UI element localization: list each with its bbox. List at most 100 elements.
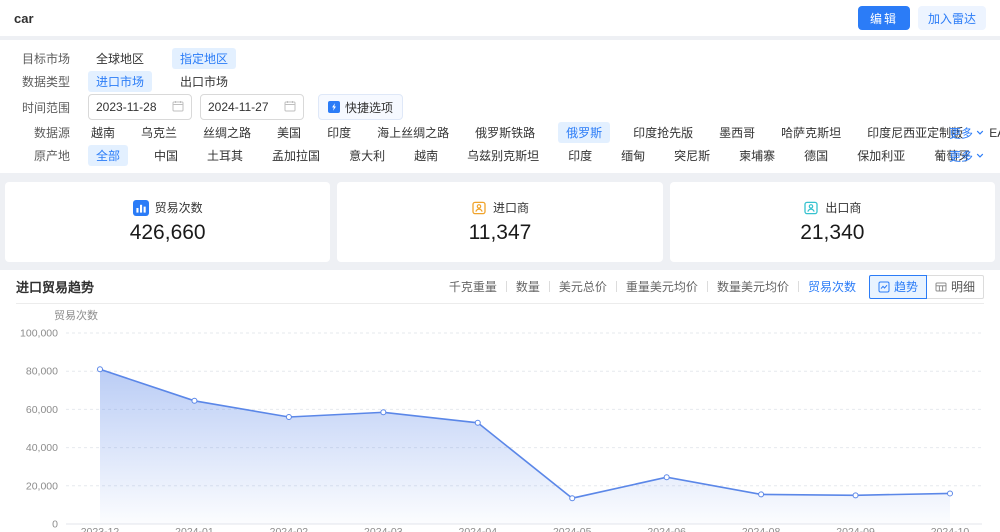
data-point[interactable] — [852, 492, 859, 499]
view-buttons: 趋势 明细 — [868, 274, 984, 299]
importer-icon — [471, 200, 487, 216]
metric-tab[interactable]: 美元总价 — [559, 278, 607, 295]
filter-option-data-source[interactable]: 美国 — [274, 122, 304, 143]
filter-option-data-source[interactable]: 俄罗斯铁路 — [472, 122, 538, 143]
y-axis-label: 贸易次数 — [54, 308, 98, 322]
chart-controls: 千克重量 数量 美元总价 重量美元均价 数量美元均价 贸易次数 趋势 明细 — [449, 274, 984, 299]
filter-option-origin[interactable]: 柬埔寨 — [736, 145, 778, 166]
end-date-value: 2024-11-27 — [208, 100, 269, 114]
stat-card: 贸易次数 426,660 — [5, 182, 331, 262]
chevron-down-icon — [976, 129, 984, 137]
y-tick-label: 40,000 — [26, 442, 58, 454]
data-point[interactable] — [97, 366, 103, 373]
view-button-label: 趋势 — [893, 280, 918, 294]
filter-option-data-source[interactable]: 海上丝绸之路 — [374, 122, 452, 143]
x-tick-label: 2024-03 — [364, 526, 403, 532]
filter-option-data-source[interactable]: 俄罗斯 — [558, 122, 611, 143]
start-date-input[interactable]: 2023-11-28 — [88, 94, 192, 120]
data-point[interactable] — [285, 414, 292, 421]
tab-divider — [548, 281, 550, 292]
y-tick-label: 0 — [52, 519, 58, 531]
filter-option-origin[interactable]: 印度 — [565, 145, 595, 166]
calendar-icon — [172, 100, 184, 115]
x-tick-label: 2024-09 — [836, 526, 875, 532]
filter-option-origin[interactable]: 意大利 — [346, 145, 388, 166]
filter-option-data-source[interactable]: EAEU(哈萨克斯坦) — [986, 122, 1000, 143]
metric-tabs: 千克重量 数量 美元总价 重量美元均价 数量美元均价 贸易次数 — [449, 278, 856, 295]
more-link-label: 更多 — [948, 149, 973, 163]
quick-options-button[interactable]: 快捷选项 — [318, 94, 404, 120]
data-point[interactable] — [758, 491, 765, 498]
data-point[interactable] — [569, 495, 576, 502]
filter-option-data-source[interactable]: 哈萨克斯坦 — [778, 122, 844, 143]
stat-card: 进口商 11,347 — [337, 182, 663, 262]
area-fill — [100, 369, 950, 524]
data-point[interactable] — [191, 397, 198, 404]
view-button-detail[interactable]: 明细 — [925, 274, 984, 299]
tab-divider — [706, 281, 708, 292]
chart-panel: 进口贸易趋势 千克重量 数量 美元总价 重量美元均价 数量美元均价 贸易次数 趋势 明细 0… — [0, 270, 1000, 532]
filter-option-origin[interactable]: 孟加拉国 — [269, 145, 323, 166]
filter-option-data-source[interactable]: 越南 — [88, 122, 118, 143]
metric-tab[interactable]: 重量美元均价 — [626, 278, 698, 295]
data-point[interactable] — [380, 409, 387, 416]
y-tick-label: 20,000 — [26, 480, 58, 492]
filter-option-target-market[interactable]: 全球地区 — [88, 48, 152, 69]
add-radar-button[interactable]: 加入雷达 — [917, 6, 986, 30]
filter-option-data-source[interactable]: 印度抢先版 — [630, 122, 696, 143]
filter-option-origin[interactable]: 越南 — [411, 145, 441, 166]
filter-label: 数据源 — [33, 126, 70, 140]
filter-options: 越南 乌克兰 丝绸之路 美国 印度 海上丝绸之路 俄罗斯铁路 俄罗斯 印度抢先版 墨西哥 哈萨克斯坦… — [88, 122, 1000, 143]
end-date-input[interactable]: 2024-11-27 — [200, 94, 304, 120]
filter-option-origin[interactable]: 突尼斯 — [671, 145, 713, 166]
metric-tab[interactable]: 贸易次数 — [808, 278, 856, 295]
filter-option-origin[interactable]: 德国 — [801, 145, 831, 166]
x-tick-label: 2024-06 — [647, 526, 686, 532]
stat-card-header: 出口商 — [803, 199, 861, 216]
x-tick-label: 2024-02 — [270, 526, 309, 532]
x-tick-label: 2024-08 — [742, 526, 781, 532]
filter-option-origin[interactable]: 缅甸 — [618, 145, 648, 166]
filter-option-origin[interactable]: 中国 — [151, 145, 181, 166]
stats-row: 贸易次数 426,660 进口商 11,347 出口商 21,340 — [5, 182, 995, 262]
filter-option-origin[interactable]: 乌兹别克斯坦 — [464, 145, 542, 166]
filter-option-data-source[interactable]: 丝绸之路 — [200, 122, 254, 143]
metric-tab[interactable]: 数量 — [516, 278, 540, 295]
more-link-label: 更多 — [948, 126, 973, 140]
edit-button[interactable]: 编辑 — [857, 6, 910, 30]
filter-label: 时间范围 — [21, 100, 70, 115]
filter-option-data-source[interactable]: 乌克兰 — [138, 122, 180, 143]
chevron-down-icon — [976, 152, 984, 160]
filter-label: 目标市场 — [21, 52, 70, 66]
tab-divider — [797, 281, 799, 292]
metric-tab[interactable]: 千克重量 — [449, 278, 497, 295]
more-link[interactable]: 更多 — [949, 147, 984, 164]
view-button-trend[interactable]: 趋势 — [868, 274, 927, 299]
filter-option-data-type[interactable]: 出口市场 — [172, 71, 236, 92]
filter-row-target-market: 目标市场 全球地区 指定地区 — [14, 48, 986, 69]
filter-option-data-source[interactable]: 印度 — [324, 122, 354, 143]
lightning-icon — [328, 101, 340, 113]
filter-option-origin[interactable]: 全部 — [88, 145, 129, 166]
x-tick-label: 2024-01 — [175, 526, 214, 532]
tab-divider — [615, 281, 617, 292]
filter-option-data-type[interactable]: 进口市场 — [88, 71, 153, 92]
more-link[interactable]: 更多 — [949, 124, 984, 141]
filter-option-origin[interactable]: 土耳其 — [204, 145, 246, 166]
exporter-icon — [803, 200, 819, 216]
bar-chart-icon — [132, 199, 149, 216]
chart-title: 进口贸易趋势 — [16, 280, 95, 295]
filter-option-target-market[interactable]: 指定地区 — [172, 48, 237, 69]
y-tick-label: 60,000 — [26, 404, 58, 416]
data-point[interactable] — [947, 490, 953, 497]
topbar: car 编辑 加入雷达 — [0, 0, 1000, 36]
metric-tab[interactable]: 数量美元均价 — [717, 278, 789, 295]
filter-option-origin[interactable]: 保加利亚 — [854, 145, 908, 166]
data-point[interactable] — [663, 474, 670, 481]
stat-label: 进口商 — [492, 201, 529, 215]
data-point[interactable] — [474, 419, 481, 426]
stat-value: 426,660 — [129, 221, 206, 244]
filter-options: 进口市场 出口市场 — [88, 71, 236, 92]
filter-row-origin: 原产地 全部 中国 土耳其 孟加拉国 意大利 越南 乌兹别克斯坦 印度 缅甸 突尼斯 柬埔寨 德国 保加利… — [14, 145, 986, 166]
filter-option-data-source[interactable]: 墨西哥 — [716, 122, 758, 143]
